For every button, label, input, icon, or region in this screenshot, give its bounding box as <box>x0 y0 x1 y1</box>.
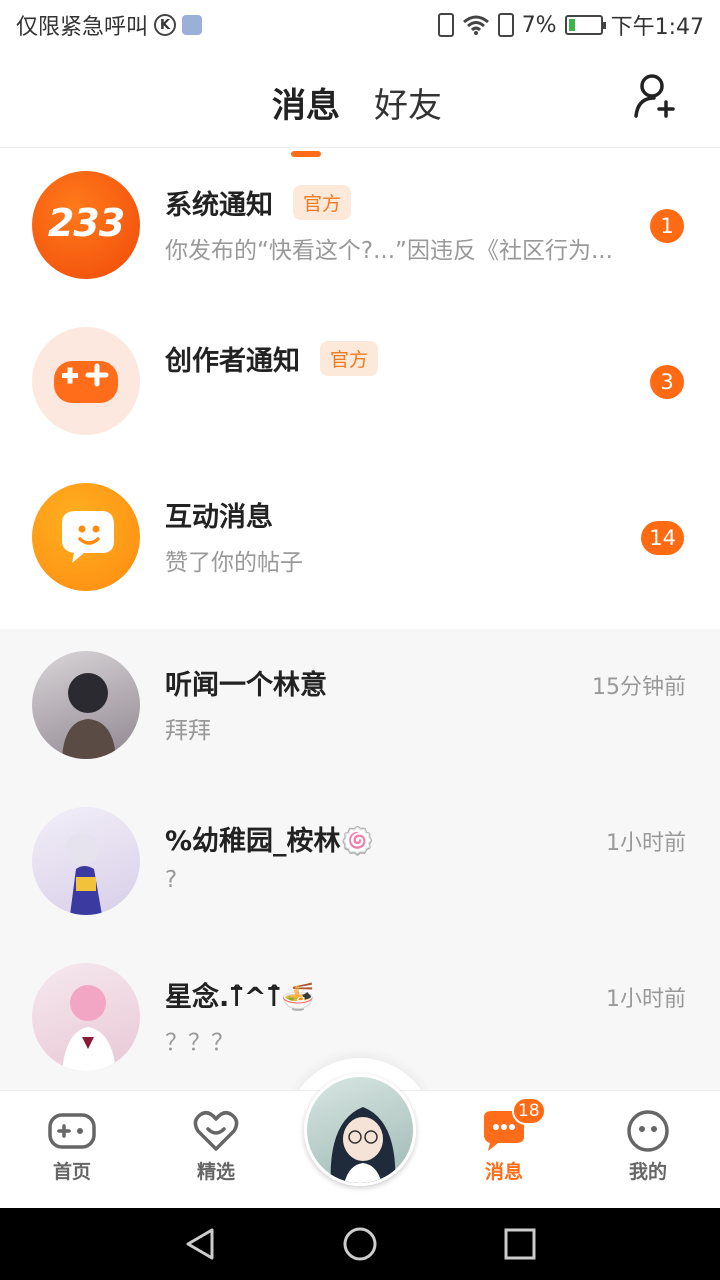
home-icon[interactable] <box>342 1226 378 1262</box>
nav-label: 首页 <box>52 1161 91 1183</box>
clock: 下午1:47 <box>610 15 704 40</box>
heart-icon <box>193 1111 239 1151</box>
title-row: 创作者通知 官方 <box>165 339 379 378</box>
smile-icon <box>627 1110 669 1152</box>
recents-icon[interactable] <box>502 1226 538 1262</box>
avatar-233-text: 233 <box>47 201 125 245</box>
message-list: 233 系统通知 官方 你发布的“快看这个?...”因违反《社区行为... 1 … <box>0 149 720 1097</box>
title-row: 听闻一个林意 <box>165 663 327 702</box>
sim-alert-icon <box>497 13 514 37</box>
item-time: 1小时前 <box>606 831 686 856</box>
official-tag: 官方 <box>293 185 352 220</box>
status-right: 7% 下午1:47 <box>437 9 704 41</box>
nav-messages[interactable]: 18 消息 <box>454 1097 554 1184</box>
item-subtitle: 你发布的“快看这个?...”因违反《社区行为... <box>165 238 613 264</box>
nav-label: 精选 <box>196 1161 235 1183</box>
item-subtitle: ? <box>165 867 178 893</box>
status-bar: 仅限紧急呼叫 K 7% 下午1:47 <box>0 0 720 50</box>
nav-unread-badge: 18 <box>512 1097 546 1125</box>
unread-badge: 1 <box>650 209 684 243</box>
battery-percent: 7% <box>521 12 557 38</box>
wifi-icon <box>462 15 489 35</box>
user-avatar <box>32 963 140 1071</box>
tabs: 消息 好友 <box>272 78 442 127</box>
title-row: 互动消息 <box>165 495 273 534</box>
official-tag: 官方 <box>320 341 379 376</box>
item-title: 互动消息 <box>165 502 273 533</box>
avatar-figure <box>62 985 116 1071</box>
item-subtitle: ？？？ <box>165 1030 234 1056</box>
title-row: 星念.⊺̂^⊺̂🍜 <box>165 975 315 1014</box>
item-time: 15分钟前 <box>592 675 686 700</box>
chat-item[interactable]: 听闻一个林意 拜拜 15分钟前 <box>0 629 720 785</box>
nav-label: 消息 <box>484 1161 523 1183</box>
back-icon[interactable] <box>182 1226 218 1262</box>
unread-badge: 3 <box>650 365 684 399</box>
gamepad-plus-icon <box>54 361 118 403</box>
app-notification-icon <box>182 15 203 35</box>
tab-messages[interactable]: 消息 <box>272 78 340 127</box>
creator-avatar <box>32 327 140 435</box>
avatar-figure <box>66 833 102 915</box>
item-subtitle: 拜拜 <box>165 718 211 744</box>
list-item-system[interactable]: 233 系统通知 官方 你发布的“快看这个?...”因违反《社区行为... 1 <box>0 149 720 305</box>
item-title: 创作者通知 <box>165 346 300 377</box>
title-row: %幼稚园_桉林🍥 <box>165 819 374 858</box>
item-title: %幼稚园_桉林🍥 <box>165 826 375 857</box>
item-title: 听闻一个林意 <box>165 670 327 701</box>
chat-bubble-icon <box>62 511 114 563</box>
title-row: 系统通知 官方 <box>165 183 352 222</box>
carrier-text: 仅限紧急呼叫 <box>16 15 149 40</box>
user-avatar <box>32 651 140 759</box>
nav-mine[interactable]: 我的 <box>598 1109 698 1184</box>
item-subtitle: 赞了你的帖子 <box>165 550 303 576</box>
status-left: 仅限紧急呼叫 K <box>16 9 203 41</box>
item-time: 1小时前 <box>606 987 686 1012</box>
item-title: 系统通知 <box>165 190 273 221</box>
battery-icon <box>564 15 606 35</box>
interaction-avatar <box>32 483 140 591</box>
chat-item[interactable]: %幼稚园_桉林🍥 ? 1小时前 <box>0 785 720 941</box>
tab-friends[interactable]: 好友 <box>374 78 442 127</box>
unread-badge: 14 <box>641 521 684 555</box>
nav-home[interactable]: 首页 <box>22 1109 122 1184</box>
gamepad-icon <box>48 1113 96 1149</box>
header: 消息 好友 <box>0 50 720 148</box>
list-item-creator[interactable]: 创作者通知 官方 3 <box>0 305 720 461</box>
add-person-icon[interactable] <box>632 72 680 120</box>
item-title: 星念.⊺̂^⊺̂🍜 <box>165 982 315 1013</box>
nav-label: 我的 <box>628 1161 667 1183</box>
center-profile-avatar[interactable] <box>304 1074 416 1186</box>
k-app-icon: K <box>154 14 177 36</box>
user-avatar <box>32 807 140 915</box>
vibrate-icon <box>437 13 454 37</box>
system-avatar: 233 <box>32 171 140 279</box>
list-item-interaction[interactable]: 互动消息 赞了你的帖子 14 <box>0 461 720 617</box>
nav-featured[interactable]: 精选 <box>166 1109 266 1184</box>
avatar-figure <box>62 673 116 759</box>
system-nav-bar <box>0 1208 720 1280</box>
